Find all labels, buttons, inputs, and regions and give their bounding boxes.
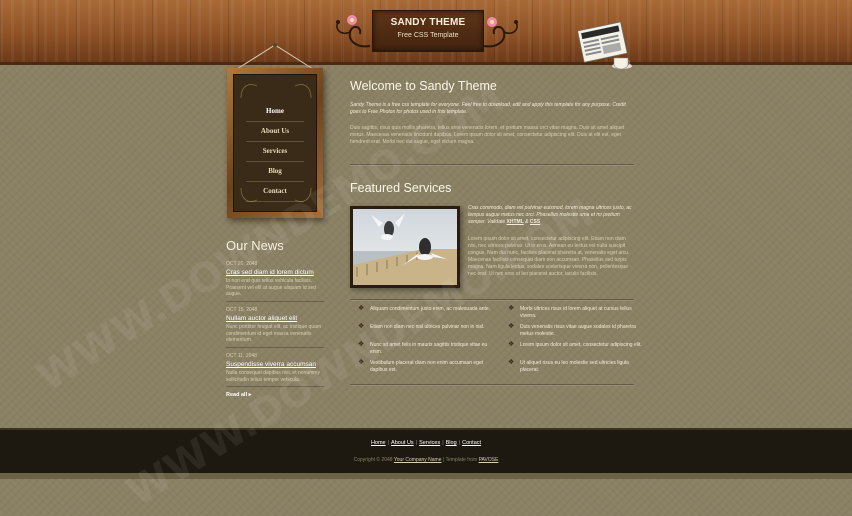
list-item: ❖ Lorem ipsum dolor sit amet, consectetur… [508, 341, 648, 360]
divider: | [415, 440, 418, 446]
left-flourish-icon [336, 15, 371, 48]
copyright-text: Copyright © 2048 [353, 457, 393, 463]
nav-about-us[interactable]: About Us [246, 122, 304, 142]
feature-list-right: ❖ Morbi ultrices risus id lorem aliquet a… [508, 305, 648, 378]
validate-and-text: & [525, 219, 529, 225]
nav-contact[interactable]: Contact [246, 182, 304, 202]
news-date: OCT 11, 2048 [226, 353, 257, 359]
divider [350, 164, 634, 166]
leaf-bullet-icon: ❖ [358, 323, 365, 330]
footer-link-contact[interactable]: Contact [462, 440, 481, 446]
main-navigation: Home About Us Services Blog Contact [233, 74, 317, 212]
list-item-text: Nunc sit amet felis in mauris sagittis t… [370, 342, 488, 355]
news-item: OCT 15, 2048 Nullam auctor aliquet elit … [226, 307, 324, 348]
divider [350, 299, 634, 301]
validate-css-link[interactable]: CSS [530, 219, 540, 225]
read-all-link[interactable]: Read all ▸ [226, 392, 251, 398]
list-item-text: Lorem ipsum dolor sit amet, consectetur … [520, 342, 642, 348]
copyright: Copyright © 2048 Your Company Name | Tem… [0, 457, 852, 463]
featured-heading: Featured Services [350, 181, 452, 195]
news-date: OCT 20, 2048 [226, 261, 258, 267]
validate-xhtml-link[interactable]: XHTML [507, 219, 524, 225]
menu-frame: Home About Us Services Blog Contact [227, 68, 323, 218]
welcome-heading: Welcome to Sandy Theme [350, 79, 497, 93]
right-flourish-icon [483, 17, 518, 48]
leaf-bullet-icon: ❖ [358, 341, 365, 348]
arrow-right-icon: ▸ [248, 392, 252, 398]
news-heading: Our News [226, 238, 284, 253]
divider [350, 384, 634, 386]
featured-body: Lorem ipsum dolor sit amet, consectetur … [468, 236, 630, 277]
site-title: SANDY THEME [390, 17, 466, 28]
list-item: ❖ Nunc sit amet felis in mauris sagittis … [358, 341, 498, 360]
footer-link-home[interactable]: Home [371, 440, 386, 446]
designed-by-text: | Template from [442, 457, 478, 463]
read-all-label: Read all [226, 392, 248, 398]
leaf-bullet-icon: ❖ [508, 341, 515, 348]
news-item: OCT 11, 2048 Suspendisse viverra accumsa… [226, 353, 324, 387]
divider [226, 346, 324, 348]
footer: Home | About Us | Services | Blog | Contact Copy… [0, 428, 852, 475]
news-excerpt: Nunc porttitor feugiat elit, ac tristiqu… [226, 324, 322, 343]
list-item-text: Duis venenatis risus vitae augue sodales… [520, 324, 636, 337]
nav-services[interactable]: Services [246, 142, 304, 162]
news-date: OCT 15, 2048 [226, 307, 258, 313]
nav-home[interactable]: Home [246, 102, 304, 122]
list-item: ❖ Vestibulum placerat diam non enim accum… [358, 359, 498, 378]
list-item-text: Ut aliquet risus eu leo molestie sed ult… [520, 360, 629, 373]
news-excerpt: Nulla consequat dapibus nisi, et nonummy… [226, 370, 320, 383]
company-link[interactable]: Your Company Name [394, 457, 442, 463]
featured-photo [350, 206, 460, 288]
header-wood-banner: SANDY THEME Free CSS Template [0, 0, 852, 70]
list-item: ❖ Etiam non diam nec nisl ultrices pulvin… [358, 323, 498, 342]
footer-link-about-us[interactable]: About Us [391, 440, 414, 446]
footer-link-services[interactable]: Services [419, 440, 440, 446]
leaf-bullet-icon: ❖ [358, 359, 365, 366]
news-link[interactable]: Suspendisse viverra accumsan [226, 361, 324, 368]
list-item: ❖ Ut aliquet risus eu leo molestie sed ul… [508, 359, 648, 378]
seagulls-image [353, 209, 457, 285]
site-subtitle: Free CSS Template [397, 32, 459, 39]
welcome-body: Duis sagittis, risus quis mollis pharetr… [350, 125, 625, 145]
leaf-bullet-icon: ❖ [358, 305, 365, 312]
divider: | [387, 440, 390, 446]
list-item-text: Morbi ultrices risus id lorem aliquet at… [520, 306, 632, 319]
featured-intro-text: Cras commodo, diam vel pulvinar euismod,… [468, 205, 632, 225]
news-link[interactable]: Nullam auctor aliquet elit [226, 315, 324, 322]
news-item: OCT 20, 2048 Cras sed diam id lorem dict… [226, 261, 324, 302]
leaf-bullet-icon: ❖ [508, 305, 515, 312]
designer-link[interactable]: PAVOSE [479, 457, 499, 463]
list-item-text: Aliquam condimentum justo enim, ac males… [370, 306, 491, 312]
divider: | [458, 440, 461, 446]
list-item: ❖ Duis venenatis risus vitae augue sodale… [508, 323, 648, 342]
welcome-intro: Sandy Theme is a free css template for e… [350, 102, 626, 115]
list-item-text: Etiam non diam nec nisl ultrices pulvina… [370, 324, 485, 330]
list-item: ❖ Morbi ultrices risus id lorem aliquet a… [508, 305, 648, 324]
news-excerpt: In non erat quis tellus vehicula facilis… [226, 278, 317, 297]
featured-intro: Cras commodo, diam vel pulvinar euismod,… [468, 205, 634, 226]
footer-link-blog[interactable]: Blog [446, 440, 457, 446]
divider [226, 386, 324, 387]
footer-nav: Home | About Us | Services | Blog | Contact [0, 440, 852, 446]
list-item: ❖ Aliquam condimentum justo enim, ac male… [358, 305, 498, 324]
site-logo[interactable]: SANDY THEME Free CSS Template [372, 10, 484, 52]
list-item-text: Vestibulum placerat diam non enim accums… [370, 360, 484, 373]
leaf-bullet-icon: ❖ [508, 323, 515, 330]
divider [226, 300, 324, 302]
footer-bottom-bar [0, 473, 852, 479]
leaf-bullet-icon: ❖ [508, 359, 515, 366]
feature-list-left: ❖ Aliquam condimentum justo enim, ac male… [358, 305, 498, 378]
nav-blog[interactable]: Blog [246, 162, 304, 182]
divider: | [442, 440, 444, 446]
frame-hanger-icon [236, 43, 314, 70]
newspaper-coffee-icon [578, 21, 632, 70]
news-link[interactable]: Cras sed diam id lorem dictum [226, 269, 324, 276]
